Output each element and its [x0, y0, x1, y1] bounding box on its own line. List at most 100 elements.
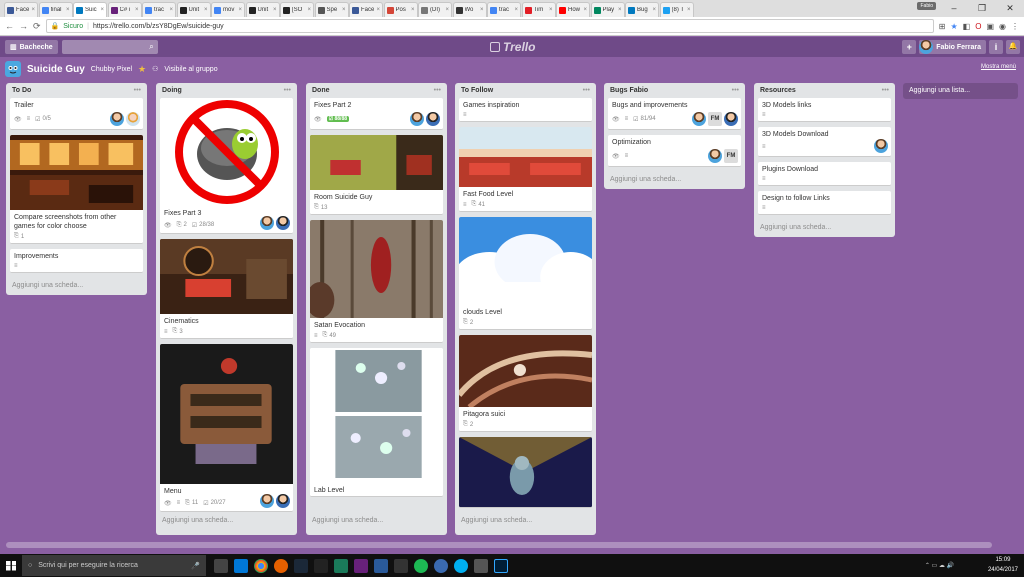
task-view-icon[interactable]	[214, 558, 228, 573]
card[interactable]: Compare screenshots from other games for…	[10, 135, 143, 244]
browser-tab[interactable]: trac ×	[142, 2, 176, 17]
store-icon[interactable]	[394, 558, 408, 573]
list-menu-icon[interactable]: •••	[134, 87, 141, 94]
add-card-link[interactable]: Aggiungi una scheda...	[310, 513, 443, 530]
browser-tab[interactable]: Face ×	[349, 2, 383, 17]
card[interactable]: Trailer 👁 ≡ ☑ 0/5	[10, 98, 143, 130]
minimize-button[interactable]: –	[940, 0, 968, 17]
card[interactable]: Fast Food Level ≡ ⎘ 41	[459, 127, 592, 212]
card[interactable]: 3D Models Download ≡	[758, 127, 891, 157]
list-title[interactable]: Done	[312, 87, 330, 94]
tab-close-icon[interactable]: ×	[342, 7, 346, 13]
translate-icon[interactable]: ⊞	[939, 22, 946, 31]
list-title[interactable]: To Do	[12, 87, 31, 94]
member-avatar[interactable]	[426, 112, 440, 126]
close-window-button[interactable]: ✕	[996, 0, 1024, 17]
card[interactable]: Plugins Download ≡	[758, 162, 891, 186]
card[interactable]: Design to follow Links ≡	[758, 191, 891, 215]
app-icon-4[interactable]	[474, 558, 488, 573]
browser-tab[interactable]: Unit ×	[245, 2, 280, 17]
taskbar-search[interactable]: ○ Scrivi qui per eseguire la ricerca 🎤	[22, 555, 206, 576]
board-team[interactable]: Chubby Pixel	[91, 66, 132, 73]
tab-close-icon[interactable]: ×	[31, 7, 35, 13]
bookmark-star-icon[interactable]: ★	[950, 22, 957, 31]
browser-tab[interactable]: [SO ×	[280, 2, 314, 17]
member-avatar[interactable]	[724, 112, 738, 126]
card[interactable]: Satan Evocation ≡ ⎘ 49	[310, 220, 443, 343]
browser-tab[interactable]: (DI) ×	[418, 2, 452, 17]
member-avatar-initials[interactable]: FM	[724, 149, 738, 163]
card[interactable]: Room Suicide Guy ⎘ 13	[310, 135, 443, 215]
tab-close-icon[interactable]: ×	[687, 7, 691, 13]
skype-icon[interactable]	[454, 558, 468, 573]
edge-icon[interactable]	[234, 558, 248, 573]
card[interactable]: Lab Level	[310, 348, 443, 497]
member-avatar[interactable]	[276, 216, 290, 230]
boards-button[interactable]: ▥ Bacheche	[5, 40, 58, 54]
app-icon[interactable]	[334, 558, 348, 573]
tab-close-icon[interactable]: ×	[445, 7, 449, 13]
list-menu-icon[interactable]: •••	[583, 87, 590, 94]
member-avatar[interactable]	[110, 112, 124, 126]
list-title[interactable]: Resources	[760, 87, 796, 94]
card[interactable]: Optimization 👁 ≡ FM	[608, 135, 741, 167]
card[interactable]: Pitagora suici ⎘ 2	[459, 335, 592, 432]
member-avatar[interactable]	[260, 494, 274, 508]
tab-close-icon[interactable]: ×	[307, 7, 311, 13]
board-visibility[interactable]: Visibile al gruppo	[164, 66, 217, 73]
browser-tab[interactable]: How ×	[556, 2, 590, 17]
list-menu-icon[interactable]: •••	[434, 87, 441, 94]
browser-tab[interactable]: trac ×	[487, 2, 521, 17]
tab-close-icon[interactable]: ×	[100, 7, 104, 13]
system-tray-icons[interactable]: ⌃ ▭ ☁ 🔊	[925, 562, 954, 569]
list-menu-icon[interactable]: •••	[732, 87, 739, 94]
chrome-icon[interactable]	[254, 558, 268, 573]
browser-tab[interactable]: (8) T ×	[659, 2, 694, 17]
tab-close-icon[interactable]: ×	[376, 7, 380, 13]
browser-tab[interactable]: Pos ×	[383, 2, 418, 17]
browser-tab[interactable]: Tim ×	[521, 2, 556, 17]
list-menu-icon[interactable]: •••	[284, 87, 291, 94]
browser-tab[interactable]: Face ×	[4, 2, 38, 17]
trello-logo[interactable]: Trello	[490, 40, 535, 54]
horizontal-scrollbar[interactable]	[6, 542, 992, 548]
forward-icon[interactable]: →	[19, 21, 28, 31]
spotify-icon[interactable]	[414, 558, 428, 573]
steam-icon[interactable]	[294, 558, 308, 573]
browser-tab[interactable]: Play ×	[590, 2, 625, 17]
app-icon-2[interactable]	[374, 558, 388, 573]
list-title[interactable]: Bugs Fabio	[610, 87, 648, 94]
browser-tab[interactable]: final ×	[38, 2, 73, 17]
member-avatar[interactable]	[276, 494, 290, 508]
member-avatar[interactable]	[692, 112, 706, 126]
tab-close-icon[interactable]: ×	[169, 7, 173, 13]
card[interactable]: Games inspiration ≡	[459, 98, 592, 122]
member-avatar[interactable]	[126, 112, 140, 126]
card[interactable]: Fixes Part 2 👁 ☑ 88/88	[310, 98, 443, 130]
search-input[interactable]: ⌕	[61, 40, 158, 54]
tab-close-icon[interactable]: ×	[480, 7, 484, 13]
add-card-link[interactable]: Aggiungi una scheda...	[459, 513, 592, 530]
browser-tab[interactable]: mov ×	[211, 2, 245, 17]
tab-close-icon[interactable]: ×	[135, 7, 139, 13]
browser-tab[interactable]: Spe ×	[314, 2, 349, 17]
opera-icon[interactable]: O	[975, 22, 981, 31]
maximize-button[interactable]: ❐	[968, 0, 996, 17]
extension-icon-2[interactable]: ▣	[986, 22, 994, 31]
url-field[interactable]: 🔒 Sicuro | https://trello.com/b/zsY8DgEw…	[45, 19, 934, 33]
card[interactable]: 3D Models links ≡	[758, 98, 891, 122]
browser-tab[interactable]: Bug ×	[625, 2, 659, 17]
notifications-bell-icon[interactable]: 🔔	[1006, 40, 1020, 54]
tab-close-icon[interactable]: ×	[652, 7, 656, 13]
add-card-link[interactable]: Aggiungi una scheda...	[10, 278, 143, 295]
extension-icon-3[interactable]: ◉	[999, 22, 1006, 31]
card[interactable]: Fixes Part 3 👁 ⎘ 2 ☑ 28/38	[160, 98, 293, 234]
browser-profile-badge[interactable]: Fabio	[917, 2, 936, 10]
card[interactable]: Improvements ≡	[10, 249, 143, 273]
board-title[interactable]: Suicide Guy	[27, 64, 85, 75]
firefox-icon[interactable]	[274, 558, 288, 573]
add-button[interactable]: +	[902, 40, 917, 54]
visual-studio-icon[interactable]	[354, 558, 368, 573]
browser-tab[interactable]: C# i ×	[107, 2, 142, 17]
back-icon[interactable]: ←	[5, 21, 14, 31]
